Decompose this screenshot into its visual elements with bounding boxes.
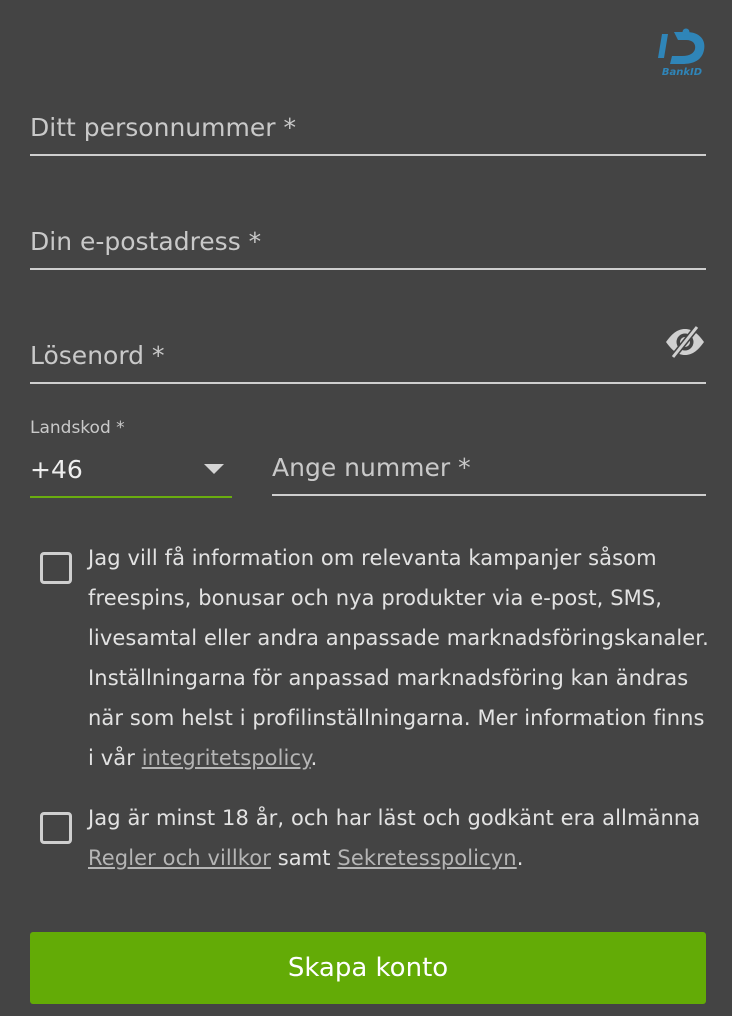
create-account-button[interactable]: Skapa konto [30, 932, 706, 1004]
country-code-select[interactable]: Landskod * +46 [30, 414, 232, 498]
country-code-value: +46 [30, 455, 83, 484]
password-field[interactable]: Lösenord * [30, 310, 706, 384]
terms-consent-checkbox[interactable] [40, 812, 72, 844]
phone-number-label: Ange nummer * [272, 453, 471, 482]
country-code-label: Landskod * [30, 418, 125, 438]
marketing-consent-text: Jag vill få information om relevanta kam… [88, 546, 709, 770]
terms-link[interactable]: Regler och villkor [88, 846, 271, 870]
personnummer-label: Ditt personnummer * [30, 113, 296, 142]
phone-number-field[interactable]: Ange nummer * [272, 424, 706, 496]
bankid-logo-icon: BankID [658, 28, 705, 78]
password-label: Lösenord * [30, 341, 165, 370]
privacy-policy-link[interactable]: integritetspolicy [142, 746, 311, 770]
bankid-logo-text: BankID [662, 67, 702, 78]
chevron-down-icon[interactable] [204, 464, 224, 474]
personnummer-field[interactable]: Ditt personnummer * [30, 96, 706, 156]
privacy-policy-link-2[interactable]: Sekretesspolicyn [337, 846, 516, 870]
eye-slash-icon[interactable] [664, 324, 706, 360]
email-label: Din e-postadress * [30, 227, 262, 256]
terms-consent-text: Jag är minst 18 år, och har läst och god… [88, 806, 701, 870]
email-field[interactable]: Din e-postadress * [30, 210, 706, 270]
marketing-consent-checkbox[interactable] [40, 552, 72, 584]
